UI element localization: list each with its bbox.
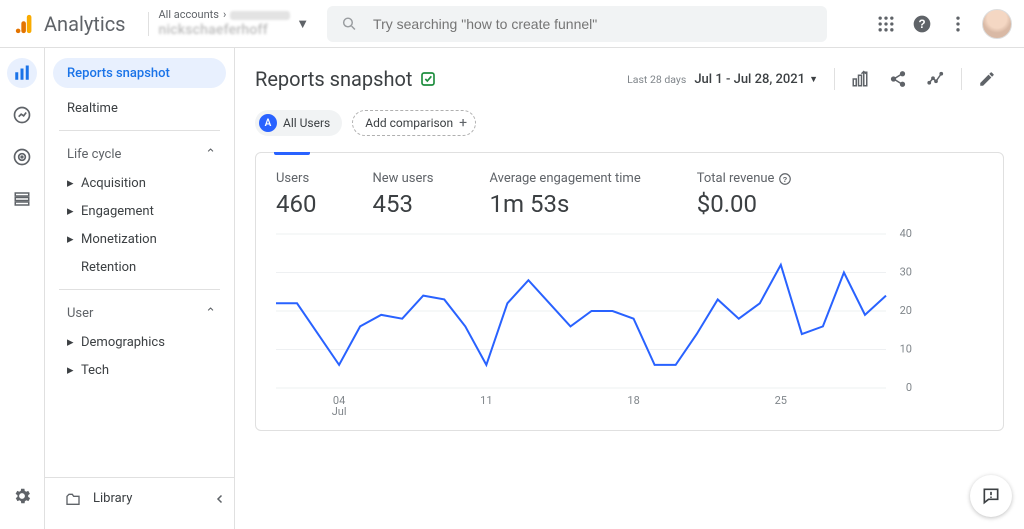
chip-all-users[interactable]: A All Users [255, 110, 342, 136]
rail-reports[interactable] [7, 58, 37, 88]
metric-row: Users 460 New users 453 Average engageme… [276, 171, 983, 218]
edit-icon[interactable] [970, 62, 1004, 96]
segment-chips: A All Users Add comparison + [255, 110, 1004, 136]
sidebar-library[interactable]: Library [45, 477, 234, 519]
feedback-button[interactable] [970, 475, 1012, 517]
chevron-right-icon: › [223, 9, 226, 22]
account-picker[interactable]: All accounts › nickschaeferhoff [159, 9, 291, 38]
caret-down-icon: ▼ [809, 74, 818, 85]
svg-text:40: 40 [900, 228, 912, 240]
sidebar-item-retention[interactable]: Retention [45, 253, 234, 281]
metric-total-revenue[interactable]: Total revenue ? $0.00 [697, 171, 793, 218]
sidebar-section-lifecycle[interactable]: Life cycle⌃ [45, 139, 234, 169]
arrow-right-icon: ▸ [67, 335, 73, 350]
sidebar-item-realtime[interactable]: Realtime [45, 94, 234, 122]
svg-text:?: ? [783, 174, 788, 183]
arrow-right-icon: ▸ [67, 204, 73, 219]
sidebar-item-monetization[interactable]: ▸Monetization [45, 225, 234, 253]
feedback-icon [981, 486, 1001, 506]
sidebar-item-engagement[interactable]: ▸Engagement [45, 197, 234, 225]
svg-text:11: 11 [480, 394, 492, 407]
collapse-sidebar-icon[interactable] [214, 493, 226, 509]
library-icon [65, 492, 81, 506]
metric-engagement-time[interactable]: Average engagement time 1m 53s [490, 171, 641, 218]
chevron-up-icon: ⌃ [205, 306, 216, 321]
app-header: Analytics All accounts › nickschaeferhoff… [0, 0, 1024, 48]
sidebar-item-acquisition[interactable]: ▸Acquisition [45, 169, 234, 197]
sidebar-item-demographics[interactable]: ▸Demographics [45, 328, 234, 356]
users-chart: 01020304004Jul111825 [276, 228, 983, 418]
sidebar-item-snapshot[interactable]: Reports snapshot [53, 58, 226, 88]
sidebar-section-user[interactable]: User⌃ [45, 298, 234, 328]
chip-add-comparison[interactable]: Add comparison + [352, 110, 476, 136]
search-bar[interactable] [327, 6, 827, 42]
metric-users[interactable]: Users 460 [276, 171, 316, 218]
nav-rail [0, 48, 45, 529]
crumb-top: All accounts [159, 9, 219, 22]
rail-advertising[interactable] [7, 142, 37, 172]
info-icon[interactable]: ? [778, 172, 792, 186]
svg-text:0: 0 [906, 381, 912, 394]
svg-text:Jul: Jul [332, 405, 347, 418]
help-icon[interactable]: ? [904, 6, 940, 42]
rail-configure[interactable] [7, 184, 37, 214]
redacted-text [230, 11, 290, 20]
date-range-label: Last 28 days [627, 73, 686, 86]
chip-badge: A [259, 114, 277, 132]
arrow-right-icon: ▸ [67, 232, 73, 247]
svg-text:10: 10 [900, 343, 912, 356]
sidebar-item-tech[interactable]: ▸Tech [45, 356, 234, 384]
rail-admin[interactable] [7, 481, 37, 511]
rail-explore[interactable] [7, 100, 37, 130]
crumb-bottom: nickschaeferhoff [159, 22, 291, 38]
brand-name: Analytics [44, 12, 126, 36]
chevron-up-icon: ⌃ [205, 147, 216, 162]
metric-new-users[interactable]: New users 453 [372, 171, 433, 218]
caret-down-icon[interactable]: ▼ [296, 16, 309, 32]
share-icon[interactable] [881, 62, 915, 96]
verified-icon [420, 71, 436, 87]
page-header: Reports snapshot Last 28 days Jul 1 - Ju… [255, 62, 1004, 96]
overview-card: Users 460 New users 453 Average engageme… [255, 152, 1004, 431]
active-tab-indicator [274, 152, 310, 155]
date-range-picker[interactable]: Jul 1 - Jul 28, 2021▼ [694, 72, 826, 87]
svg-text:18: 18 [627, 394, 639, 407]
svg-text:25: 25 [775, 394, 787, 407]
separator [148, 12, 149, 36]
svg-text:20: 20 [900, 304, 912, 317]
search-icon [341, 15, 357, 32]
more-icon[interactable] [940, 6, 976, 42]
sidebar: Reports snapshot Realtime Life cycle⌃ ▸A… [45, 48, 235, 529]
insights-icon[interactable] [919, 62, 953, 96]
svg-text:?: ? [918, 18, 925, 31]
arrow-right-icon: ▸ [67, 363, 73, 378]
main-content: Reports snapshot Last 28 days Jul 1 - Ju… [235, 48, 1024, 529]
customize-icon[interactable] [843, 62, 877, 96]
analytics-logo-icon [14, 13, 36, 35]
avatar[interactable] [982, 9, 1012, 39]
page-title: Reports snapshot [255, 67, 412, 91]
arrow-right-icon: ▸ [67, 176, 73, 191]
search-input[interactable] [371, 15, 813, 33]
apps-icon[interactable] [868, 6, 904, 42]
plus-icon: + [459, 115, 467, 131]
svg-text:30: 30 [900, 266, 912, 279]
